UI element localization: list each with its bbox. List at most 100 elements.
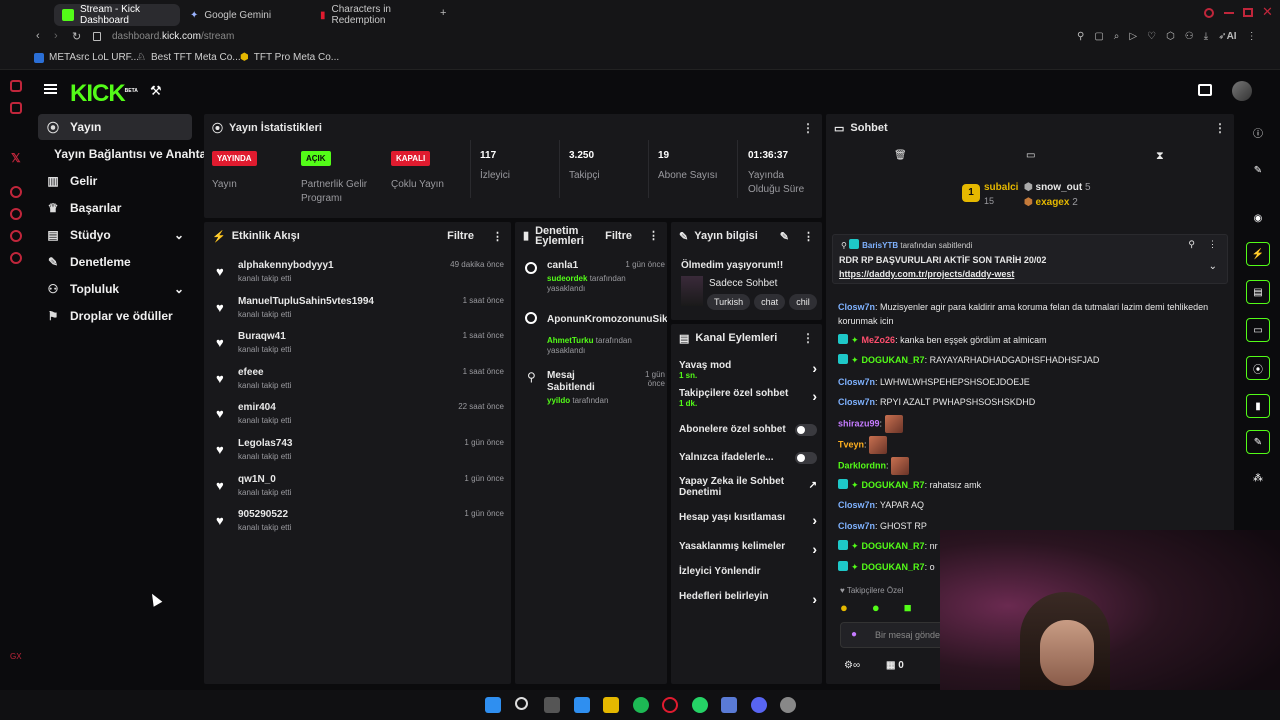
channel-action[interactable]: İzleyici Yönlendir [679, 566, 811, 577]
mod-entry[interactable]: AponunKromozonunuSik AhmetTurku tarafınd… [525, 310, 667, 356]
tag-chip[interactable]: Turkish [707, 294, 751, 310]
download-icon[interactable]: ⤓ [1204, 31, 1208, 42]
bookmark-item[interactable]: METAsrc LoL URF... [34, 52, 139, 63]
more-icon[interactable]: ⋮ [803, 230, 814, 243]
tag-chip[interactable]: chil [789, 294, 817, 310]
activity-item[interactable]: ♥ Legolas743 kanalı takip etti 1 gün önc… [214, 436, 504, 472]
tag-chip[interactable]: chat [754, 294, 786, 310]
toggle-switch[interactable] [795, 424, 817, 436]
sidebar-app-icon[interactable] [10, 230, 22, 242]
creator-icon[interactable] [1198, 84, 1212, 96]
file-explorer-icon[interactable] [603, 697, 619, 713]
sidebar-app-icon[interactable] [10, 186, 22, 198]
chat-message[interactable]: Darklordnn: [838, 457, 1233, 475]
chat-username[interactable]: Closw7n [838, 377, 875, 387]
chat-username[interactable]: DOGUKAN_R7 [862, 562, 925, 572]
search-icon[interactable] [515, 697, 528, 710]
hourglass-icon[interactable]: ⧗ [1156, 150, 1164, 163]
activity-item[interactable]: ♥ efeee kanalı takip etti 1 saat önce [214, 365, 504, 401]
task-view-icon[interactable] [544, 697, 560, 713]
nav-item-community[interactable]: ⚇ Topluluk ⌄ [38, 276, 192, 302]
chat-username[interactable]: DOGUKAN_R7 [862, 355, 925, 365]
category-thumbnail[interactable] [681, 276, 703, 306]
forward-icon[interactable]: › [54, 30, 58, 42]
avatar[interactable] [1232, 81, 1252, 101]
nav-item-stream-key[interactable]: Yayın Bağlantısı ve Anahtarı [30, 141, 214, 167]
chat-settings-icon[interactable]: ⚙∞ [844, 660, 860, 671]
sidebar-app-icon[interactable] [10, 80, 22, 92]
maximize-icon[interactable] [1243, 8, 1253, 17]
reload-icon[interactable]: ↻ [72, 30, 81, 43]
channel-action[interactable]: Yalnızca ifadelerle... [679, 452, 817, 464]
gx-icon[interactable]: GX [10, 652, 22, 661]
leaderboard-entry[interactable]: ⬢ snow_out 5 [1024, 182, 1091, 193]
close-icon[interactable]: ✕ [1262, 4, 1273, 20]
more-icon[interactable]: ⋮ [802, 121, 814, 135]
profile-icon[interactable]: ⚇ [1185, 31, 1194, 42]
chat-message[interactable]: ✦ DOGUKAN_R7: rahatsız amk [838, 478, 1233, 492]
channel-action[interactable]: Yavaş mod 1 sn. › [679, 360, 817, 380]
chat-username[interactable]: MeZo26 [862, 335, 896, 345]
settings-icon[interactable] [10, 252, 22, 264]
chat-username[interactable]: DOGUKAN_R7 [862, 541, 925, 551]
chat-username[interactable]: Closw7n [838, 302, 875, 312]
bookmark-item[interactable]: ♘ Best TFT Meta Co... [137, 52, 241, 63]
channel-action[interactable]: Abonelere özel sohbet [679, 424, 817, 436]
mod-entry[interactable]: ⚲ Mesaj Sabitlendi 1 gün önce yyildo tar… [525, 370, 665, 410]
opera-icon[interactable] [662, 697, 678, 713]
channel-action[interactable]: Yapay Zeka ile Sohbet Denetimi ↗ [679, 476, 817, 498]
activity-item[interactable]: ♥ ManuelTupluSahin5vtes1994 kanalı takip… [214, 294, 504, 330]
more-icon[interactable]: ⋮ [1214, 121, 1226, 135]
bookmark-item[interactable]: ⬢ TFT Pro Meta Co... [240, 52, 339, 63]
channel-action[interactable]: Yasaklanmış kelimeler › [679, 541, 817, 557]
back-icon[interactable]: ‹ [36, 30, 40, 42]
menu-icon[interactable]: ⋮ [1247, 31, 1257, 42]
chat-message[interactable]: Closw7n: LWHWLWHSPEHEPSHSOEJDOEJE [838, 375, 1233, 389]
sidebar-app-icon[interactable] [10, 102, 22, 114]
list-icon[interactable]: ▤ [1246, 280, 1270, 304]
kick-logo[interactable]: KICKBETA [70, 80, 138, 108]
more-icon[interactable]: ⋮ [648, 231, 659, 242]
chat-message[interactable]: ✦ MeZo26: kanka ben eşşek gördüm at almic… [838, 333, 1233, 347]
chat-message[interactable]: shirazu99: [838, 415, 1233, 433]
leaderboard-name[interactable]: subalci [984, 182, 1018, 193]
activity-item[interactable]: ♥ qw1N_0 kanalı takip etti 1 gün önce [214, 472, 504, 508]
chat-message[interactable]: ✦ DOGUKAN_R7: RAYAYARHADHADGADHSFHADHSFJA… [838, 353, 1233, 367]
edit-icon[interactable]: ✎ [1246, 158, 1270, 182]
leaderboard-entry[interactable]: ⬢ exagex 2 [1024, 197, 1078, 208]
mic-icon[interactable]: ● [851, 629, 857, 640]
activity-item[interactable]: ♥ 905290522 kanalı takip etti 1 gün önce [214, 507, 504, 543]
edit-icon[interactable]: ✎ [780, 230, 789, 243]
search-icon[interactable] [1204, 8, 1214, 18]
toggle-switch[interactable] [795, 452, 817, 464]
unpin-icon[interactable]: ⚲ [1188, 239, 1195, 250]
nav-item-stream[interactable]: ⦿ Yayın [38, 114, 192, 140]
aria-icon[interactable]: ➶AI [1218, 31, 1236, 42]
pinned-link[interactable]: https://daddy.com.tr/projects/daddy-west [839, 269, 1014, 279]
search-icon[interactable]: ⌕ [1114, 31, 1120, 42]
more-icon[interactable]: ⋮ [802, 331, 814, 345]
filter-button[interactable]: Filtre [605, 231, 632, 242]
chat-message[interactable]: Closw7n: Muzisyenler agir para kaldirir … [838, 300, 1233, 328]
bolt-icon[interactable]: ⚡ [1246, 242, 1270, 266]
extensions-icon[interactable]: ⬡ [1166, 31, 1175, 42]
activity-item[interactable]: ♥ Buraqw41 kanalı takip etti 1 saat önce [214, 329, 504, 365]
shield-icon[interactable]: ▮ [1246, 394, 1270, 418]
emote-icon[interactable]: ■ [904, 600, 912, 615]
channel-action[interactable]: Hesap yaşı kısıtlaması › [679, 512, 817, 528]
history-icon[interactable] [10, 208, 22, 220]
menu-icon[interactable] [44, 84, 57, 94]
snapshot-icon[interactable]: ▢ [1094, 31, 1103, 42]
heart-icon[interactable]: ♡ [1147, 31, 1156, 42]
nav-item-drops[interactable]: ⚑ Droplar ve ödüller [38, 303, 200, 329]
hammer-icon[interactable]: ⚒ [150, 83, 162, 99]
tab-redemption[interactable]: ▮ Characters in Redemption [312, 4, 436, 26]
nav-item-moderation[interactable]: ✎ Denetleme [38, 249, 200, 275]
points-display[interactable]: ▦ 0 [886, 660, 904, 671]
more-icon[interactable]: ⋮ [492, 230, 503, 243]
minimize-icon[interactable] [1224, 12, 1234, 14]
whatsapp-icon[interactable] [692, 697, 708, 713]
camera-icon[interactable]: ◉ [1246, 206, 1270, 230]
chat-username[interactable]: Closw7n [838, 521, 875, 531]
category-label[interactable]: Sadece Sohbet [709, 278, 777, 289]
